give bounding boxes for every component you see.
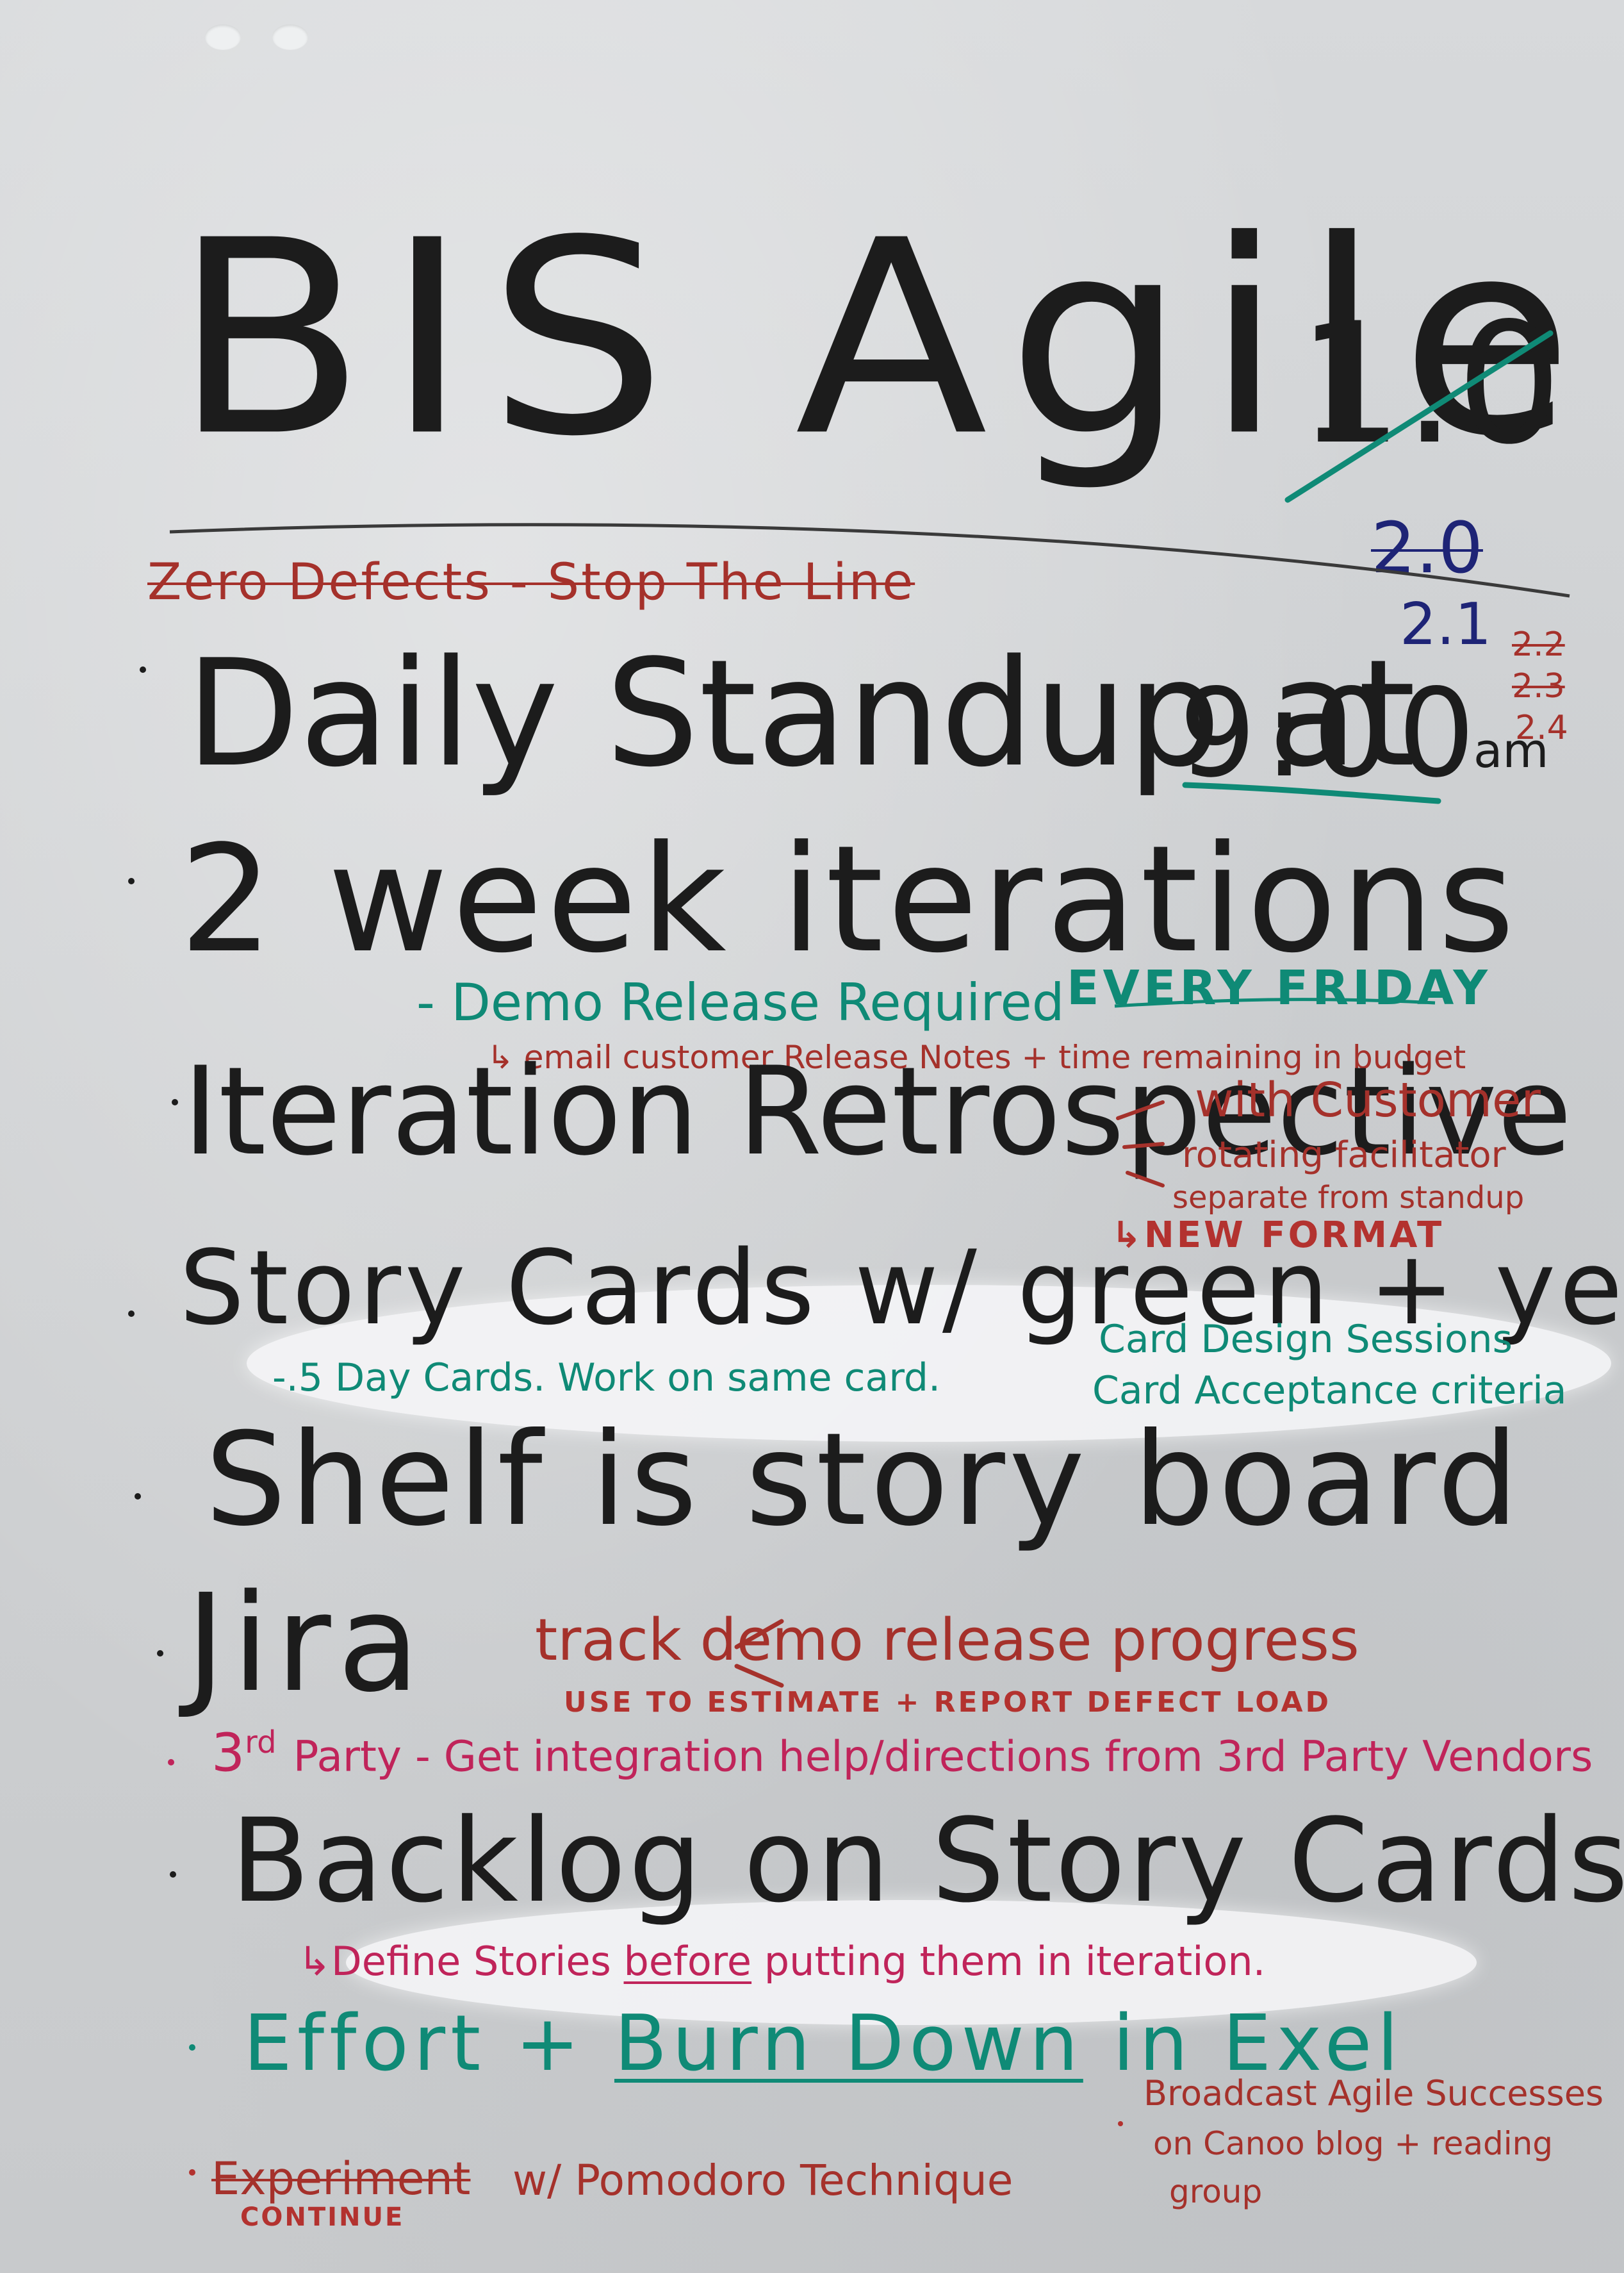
version-strike: [1284, 330, 1554, 503]
jira-brace: [734, 1619, 784, 1688]
flipchart-sheet: BIS Agile 1.0 2.0 2.1 2.2 2.3 2.4 Zero D…: [0, 0, 1624, 2273]
time-underline: [1182, 782, 1441, 804]
friday-underline: [1114, 998, 1436, 1008]
title-underline: [169, 523, 1570, 598]
marker-strokes: [169, 330, 1570, 1688]
retro-brace: [1116, 1100, 1165, 1187]
